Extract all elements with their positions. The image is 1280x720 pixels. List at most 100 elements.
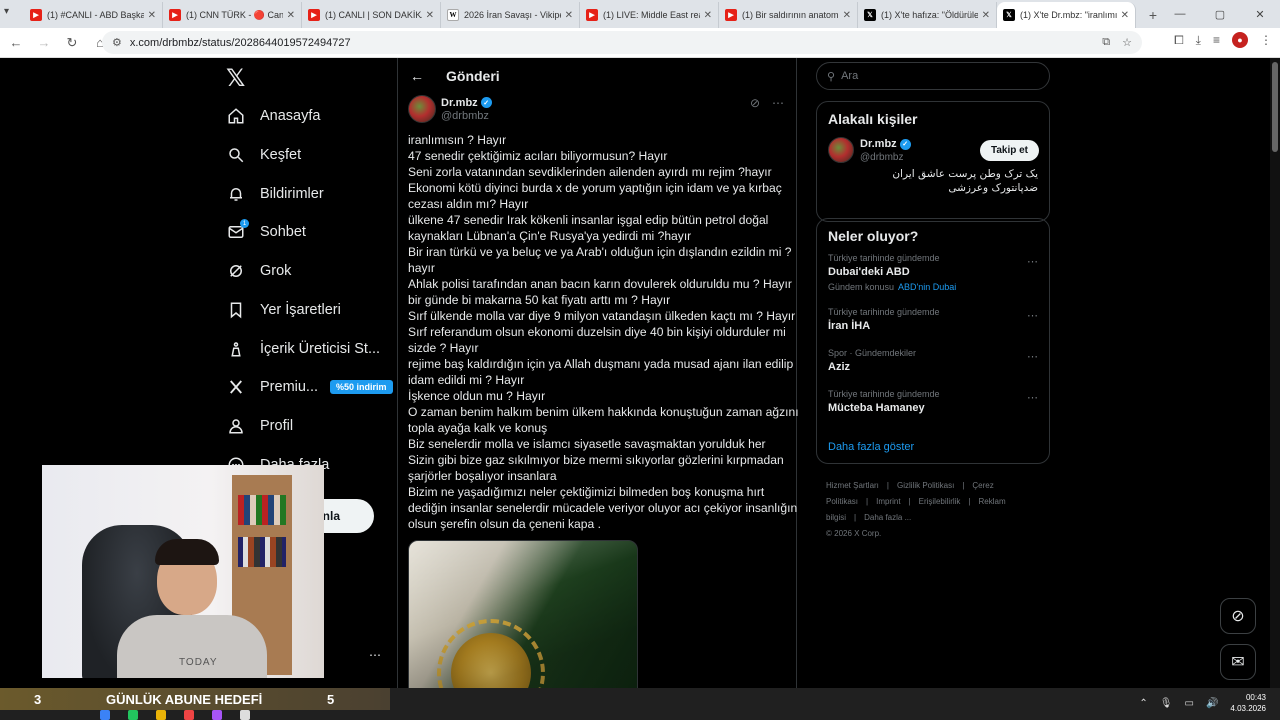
trend-more-icon[interactable]: ⋯	[1027, 350, 1038, 363]
taskbar-app-icon[interactable]	[212, 710, 222, 720]
grok-fab-icon[interactable]: ⊘	[1220, 598, 1256, 634]
close-tab-icon[interactable]: ✕	[982, 10, 990, 21]
nav-item-grok[interactable]: Grok	[226, 255, 291, 287]
nav-item-x-premium[interactable]: Premiu... %50 indirim	[226, 371, 393, 403]
messages-fab-icon[interactable]: ✉	[1220, 644, 1256, 680]
nav-item-home[interactable]: Anasayfa	[226, 100, 320, 132]
close-tab-icon[interactable]: ✕	[287, 10, 295, 21]
trend-subtopic-link[interactable]: ABD'nin Dubai	[898, 282, 956, 292]
close-tab-icon[interactable]: ✕	[1121, 10, 1129, 21]
post-text-line: Bizim ne yaşadığımızı neler çektiğimizi …	[408, 485, 765, 499]
tab-strip: ▾ ▶ (1) #CANLI - ABD Başkanı ✕ ▶ (1) CNN TÜR…	[0, 0, 1280, 28]
post-text-line: cezası aldın mı? Hayır	[408, 197, 529, 211]
avatar[interactable]	[828, 137, 854, 163]
url-text: x.com/drbmbz/status/2028644019572494727	[129, 36, 351, 49]
taskbar-app-icon[interactable]	[100, 710, 110, 720]
reload-icon[interactable]: ↻	[60, 31, 84, 55]
related-person[interactable]: Dr.mbz ✓ @drbmbz Takip et یک ترک وطن پرست…	[817, 136, 1049, 206]
browser-tab[interactable]: ▶ (1) LIVE: Middle East real ✕	[580, 2, 719, 28]
follow-button[interactable]: Takip et	[979, 140, 1039, 161]
site-info-icon[interactable]: ⚙	[112, 36, 122, 49]
account-menu-icon[interactable]: ⋯	[369, 648, 381, 662]
minimize-icon[interactable]: —	[1160, 0, 1200, 28]
display-icon[interactable]: ▭	[1185, 698, 1194, 709]
address-bar[interactable]: ⚙ x.com/drbmbz/status/202864401957249472…	[102, 31, 1142, 54]
tab-title: (1) X'te Dr.mbz: "iranlımısı	[1020, 10, 1117, 20]
tab-search-icon[interactable]: ▾	[4, 6, 9, 17]
show-more-link[interactable]: Daha fazla göster	[817, 441, 925, 453]
close-tab-icon[interactable]: ✕	[565, 10, 573, 21]
subscriber-goal-overlay: 3 GÜNLÜK ABUNE HEDEFİ 5	[0, 688, 390, 710]
clock-date: 4.03.2026	[1230, 704, 1266, 713]
close-tab-icon[interactable]: ✕	[843, 10, 851, 21]
profile-avatar[interactable]: ●	[1232, 32, 1248, 48]
install-app-icon[interactable]: ⧉	[1102, 36, 1110, 49]
page-title: Gönderi	[446, 68, 500, 84]
footer-link[interactable]: Daha fazla ...	[864, 513, 911, 522]
post-image[interactable]	[408, 540, 638, 688]
bookmark-star-icon[interactable]: ☆	[1122, 36, 1132, 49]
taskbar-app-icon[interactable]	[184, 710, 194, 720]
nav-item-mail[interactable]: 1 Sohbet	[226, 216, 306, 248]
trend-item[interactable]: Spor · Gündemdekiler Aziz ⋯	[817, 348, 1049, 389]
taskbar-app-icon[interactable]	[156, 710, 166, 720]
clock[interactable]: 00:43 4.03.2026	[1230, 692, 1266, 714]
trend-item[interactable]: Türkiye tarihinde gündemde İran İHA ⋯	[817, 307, 1049, 348]
nav-item-creator[interactable]: İçerik Üreticisi St...	[226, 333, 380, 365]
author-name[interactable]: Dr.mbz ✓	[441, 97, 492, 109]
search-input[interactable]: ⚲ Ara	[816, 62, 1050, 90]
trend-name: İran İHA	[828, 320, 871, 332]
trend-item[interactable]: Türkiye tarihinde gündemde Dubai'deki ABD…	[817, 253, 1049, 307]
webcam-shirt-text: TODAY	[179, 657, 218, 668]
footer-link[interactable]: Imprint	[876, 497, 900, 506]
browser-tab[interactable]: W 2026 İran Savaşı - Vikiped ✕	[441, 2, 580, 28]
browser-tab[interactable]: ▶ (1) CNN TÜRK - 🔴 Canlı ✕	[163, 2, 302, 28]
close-tab-icon[interactable]: ✕	[148, 10, 156, 21]
forward-icon[interactable]: →	[32, 31, 56, 55]
browser-tab[interactable]: ▶ (1) #CANLI - ABD Başkanı ✕	[24, 2, 163, 28]
back-icon[interactable]: ←	[4, 31, 28, 55]
nav-item-bookmark[interactable]: Yer İşaretleri	[226, 294, 341, 326]
scrollbar-thumb[interactable]	[1272, 62, 1278, 152]
home-icon	[226, 106, 246, 126]
close-tab-icon[interactable]: ✕	[704, 10, 712, 21]
media-icon[interactable]: ≡	[1213, 33, 1220, 47]
more-options-icon[interactable]: ⋯	[772, 96, 784, 110]
taskbar-app-icon[interactable]	[128, 710, 138, 720]
trend-more-icon[interactable]: ⋯	[1027, 391, 1038, 404]
trend-more-icon[interactable]: ⋯	[1027, 255, 1038, 268]
close-window-icon[interactable]: ✕	[1240, 0, 1280, 28]
close-tab-icon[interactable]: ✕	[426, 10, 434, 21]
post-tools: ⊘ ⋯	[750, 96, 784, 110]
avatar[interactable]	[408, 95, 436, 123]
grok-icon[interactable]: ⊘	[750, 96, 760, 110]
browser-tab[interactable]: 𝕏 (1) X'te hafıza: "Öldürülen ✕	[858, 2, 997, 28]
footer-link[interactable]: Hizmet Şartları	[826, 481, 879, 490]
footer-link[interactable]: Erişilebilirlik	[919, 497, 961, 506]
tray-chevron-icon[interactable]: ⌃	[1139, 698, 1147, 709]
browser-tab[interactable]: ▶ (1) CANLI | SON DAKİKA | ✕	[302, 2, 441, 28]
page-scrollbar[interactable]	[1270, 58, 1280, 688]
download-icon[interactable]: ⤓	[1196, 33, 1201, 48]
back-arrow-icon[interactable]: ←	[410, 68, 430, 84]
microphone-icon[interactable]: 🎙	[1160, 698, 1173, 709]
nav-item-bell[interactable]: Bildirimler	[226, 178, 324, 210]
youtube-icon: ▶	[169, 9, 181, 21]
volume-icon[interactable]: 🔊	[1206, 698, 1218, 709]
nav-item-person[interactable]: Profil	[226, 410, 293, 442]
trend-more-icon[interactable]: ⋯	[1027, 309, 1038, 322]
trend-item[interactable]: Türkiye tarihinde gündemde Mücteba Hamane…	[817, 389, 1049, 430]
premium-discount-badge[interactable]: %50 indirim	[330, 380, 393, 394]
footer-link[interactable]: Gizlilik Politikası	[897, 481, 954, 490]
browser-tab[interactable]: 𝕏 (1) X'te Dr.mbz: "iranlımısı ✕	[997, 2, 1136, 28]
post-author[interactable]: Dr.mbz ✓ @drbmbz	[408, 95, 492, 123]
extensions-icon[interactable]: ⧠	[1174, 33, 1184, 48]
x-logo-icon[interactable]: 𝕏	[226, 64, 245, 92]
maximize-icon[interactable]: ▢	[1200, 0, 1240, 28]
nav-item-search[interactable]: Keşfet	[226, 139, 301, 171]
browser-tab[interactable]: ▶ (1) Bir saldırının anatomis ✕	[719, 2, 858, 28]
person-name[interactable]: Dr.mbz ✓	[860, 138, 911, 150]
menu-icon[interactable]: ⋮	[1260, 33, 1272, 47]
taskbar-app-icon[interactable]	[240, 710, 250, 720]
trend-context: Türkiye tarihinde gündemde	[828, 253, 940, 263]
